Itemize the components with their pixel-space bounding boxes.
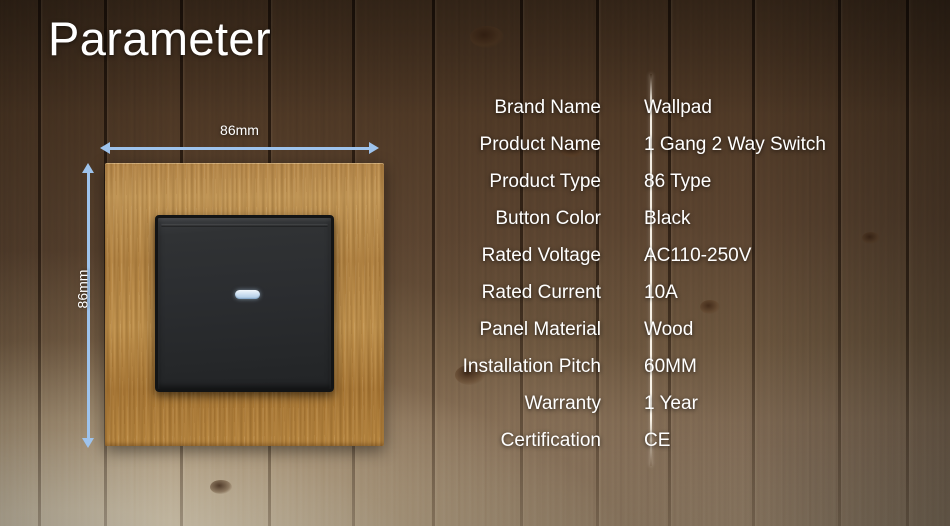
spec-value: Black	[644, 207, 691, 229]
spec-label: Rated Voltage	[481, 244, 601, 266]
spec-row: Panel Material Wood	[0, 311, 950, 348]
spec-value: 1 Year	[644, 392, 698, 414]
spec-value: CE	[644, 429, 671, 451]
spec-row: Certification CE	[0, 422, 950, 459]
page-title: Parameter	[48, 12, 272, 65]
spec-label: Product Name	[479, 133, 601, 155]
spec-label: Product Type	[489, 170, 601, 192]
spec-row: Warranty 1 Year	[0, 385, 950, 422]
parameter-spec-banner: Parameter 86mm 86mm Brand Name Wallpad Pro…	[0, 0, 950, 526]
spec-label: Certification	[500, 429, 601, 451]
spec-label: Installation Pitch	[462, 355, 601, 377]
spec-row: Rated Current 10A	[0, 274, 950, 311]
spec-table: Brand Name Wallpad Product Name 1 Gang 2 Wa…	[0, 89, 950, 459]
spec-row: Product Type 86 Type	[0, 163, 950, 200]
spec-value: Wallpad	[644, 96, 712, 118]
spec-value: 1 Gang 2 Way Switch	[644, 133, 826, 155]
spec-row: Installation Pitch 60MM	[0, 348, 950, 385]
spec-label: Brand Name	[494, 96, 601, 118]
spec-value: AC110-250V	[644, 244, 752, 266]
spec-row: Brand Name Wallpad	[0, 89, 950, 126]
spec-row: Product Name 1 Gang 2 Way Switch	[0, 126, 950, 163]
spec-row: Rated Voltage AC110-250V	[0, 237, 950, 274]
spec-value: 60MM	[644, 355, 697, 377]
spec-value: 10A	[644, 281, 678, 303]
spec-value: 86 Type	[644, 170, 712, 192]
spec-label: Rated Current	[481, 281, 601, 303]
spec-label: Button Color	[495, 207, 601, 229]
spec-label: Panel Material	[479, 318, 601, 340]
spec-label: Warranty	[524, 392, 601, 414]
spec-row: Button Color Black	[0, 200, 950, 237]
spec-value: Wood	[644, 318, 694, 340]
